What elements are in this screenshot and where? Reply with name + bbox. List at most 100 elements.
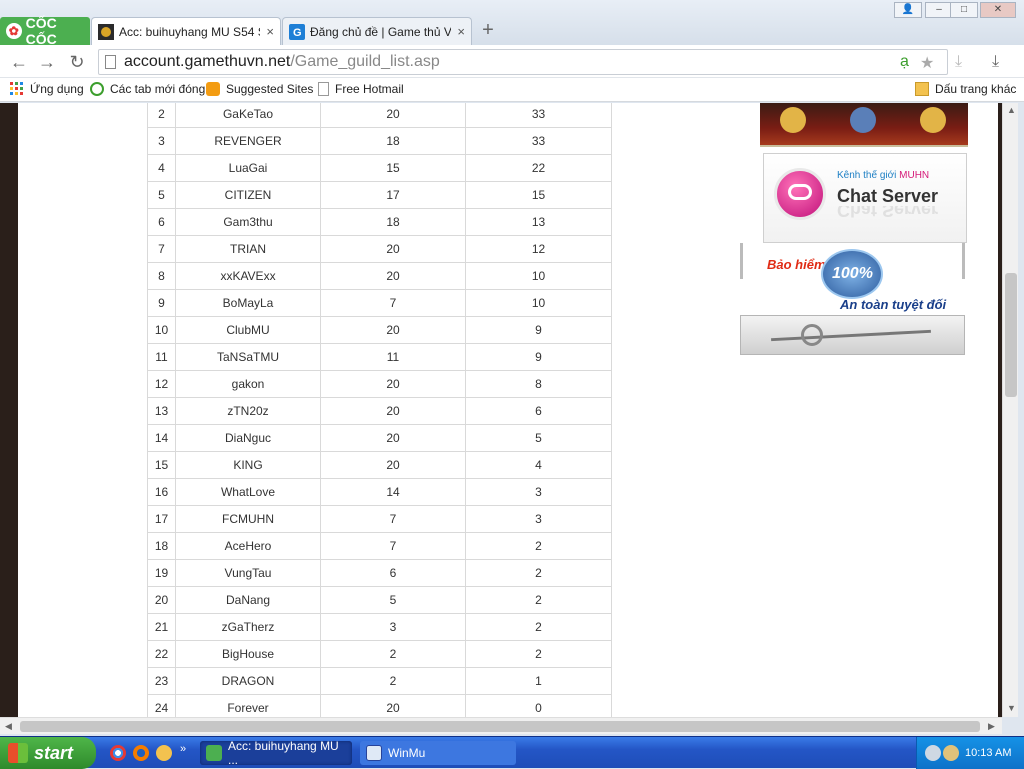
bookmark-apps[interactable]: Ứng dụng xyxy=(10,82,84,96)
guild-rank-cell: 2 xyxy=(147,103,176,128)
tab-account-label: Acc: buihuyhang MU S54 S56 xyxy=(119,24,260,39)
horizontal-scroll-thumb[interactable] xyxy=(20,721,980,732)
guild-name-link[interactable]: BoMayLa xyxy=(175,289,321,317)
horizontal-scrollbar[interactable]: ◀ ▶ xyxy=(0,717,1002,734)
table-row: 23 DRAGON 2 1 xyxy=(147,667,612,695)
guild-rank-cell: 11 xyxy=(147,343,176,371)
guild-name-link[interactable]: BigHouse xyxy=(175,640,321,668)
forward-arrow-icon[interactable]: → xyxy=(36,51,58,73)
table-row: 5 CITIZEN 17 15 xyxy=(147,181,612,209)
minimize-button[interactable]: – xyxy=(925,2,953,18)
guild-name-link[interactable]: VungTau xyxy=(175,559,321,587)
table-row: 16 WhatLove 14 3 xyxy=(147,478,612,506)
taskbar-item-winmu[interactable]: WinMu xyxy=(360,741,516,765)
volume-icon[interactable] xyxy=(943,745,959,761)
bookmark-recent-tabs[interactable]: Các tab mới đóng xyxy=(90,82,205,96)
vertical-scroll-thumb[interactable] xyxy=(1005,273,1017,397)
tab-forum[interactable]: G Đăng chủ đề | Game thủ Việt × xyxy=(282,17,472,45)
guild-rank-cell: 18 xyxy=(147,532,176,560)
recent-tabs-icon xyxy=(90,82,104,96)
guild-name-link[interactable]: DiaNguc xyxy=(175,424,321,452)
guild-rank-cell: 24 xyxy=(147,694,176,717)
user-profile-icon[interactable]: 👤 xyxy=(894,2,922,18)
guild-name-link[interactable]: AceHero xyxy=(175,532,321,560)
guild-score-cell: 9 xyxy=(465,343,612,371)
scroll-right-icon[interactable]: ▶ xyxy=(988,721,995,732)
chat-bubble-icon xyxy=(774,168,826,220)
guild-rank-cell: 14 xyxy=(147,424,176,452)
guild-members-cell: 2 xyxy=(320,640,466,668)
download-manager-icon[interactable]: ⤓ xyxy=(955,53,962,71)
guild-score-cell: 2 xyxy=(465,613,612,641)
guild-name-link[interactable]: zTN20z xyxy=(175,397,321,425)
guild-score-cell: 33 xyxy=(465,127,612,155)
dictionary-icon[interactable]: ạ xyxy=(900,53,909,71)
guild-rank-cell: 20 xyxy=(147,586,176,614)
messenger-smiley-icon[interactable] xyxy=(156,745,172,761)
guild-name-link[interactable]: REVENGER xyxy=(175,127,321,155)
guild-name-link[interactable]: Forever xyxy=(175,694,321,717)
browser-titlebar: ✿ CỐC CỐC Acc: buihuyhang MU S54 S56 × G… xyxy=(0,0,1024,47)
bookmark-star-icon[interactable]: ★ xyxy=(920,53,934,73)
scroll-up-icon[interactable]: ▲ xyxy=(1007,105,1016,115)
scroll-left-icon[interactable]: ◀ xyxy=(5,721,12,732)
show-more-icon[interactable]: » xyxy=(180,743,186,755)
scroll-down-icon[interactable]: ▼ xyxy=(1007,703,1016,713)
guild-name-link[interactable]: KING xyxy=(175,451,321,479)
guild-name-link[interactable]: CITIZEN xyxy=(175,181,321,209)
downloads-icon[interactable]: ⤓ xyxy=(992,53,999,71)
guild-score-cell: 5 xyxy=(465,424,612,452)
guild-name-link[interactable]: GaKeTao xyxy=(175,103,321,128)
back-arrow-icon[interactable]: ← xyxy=(8,51,30,73)
guild-name-link[interactable]: DRAGON xyxy=(175,667,321,695)
guild-name-link[interactable]: LuaGai xyxy=(175,154,321,182)
guild-score-cell: 22 xyxy=(465,154,612,182)
guild-name-link[interactable]: TRIAN xyxy=(175,235,321,263)
tab-account[interactable]: Acc: buihuyhang MU S54 S56 × xyxy=(91,17,281,45)
guild-name-link[interactable]: zGaTherz xyxy=(175,613,321,641)
table-row: 14 DiaNguc 20 5 xyxy=(147,424,612,452)
guild-score-cell: 4 xyxy=(465,451,612,479)
sword-banner[interactable] xyxy=(740,315,965,355)
guild-name-link[interactable]: DaNang xyxy=(175,586,321,614)
guild-rank-cell: 16 xyxy=(147,478,176,506)
guild-name-link[interactable]: Gam3thu xyxy=(175,208,321,236)
address-bar[interactable]: account.gamethuvn.net /Game_guild_list.a… xyxy=(98,49,948,75)
guild-score-cell: 2 xyxy=(465,559,612,587)
network-icon[interactable] xyxy=(925,745,941,761)
game-banner-image[interactable] xyxy=(760,103,968,147)
close-window-button[interactable]: ✕ xyxy=(980,2,1016,18)
guild-name-link[interactable]: WhatLove xyxy=(175,478,321,506)
start-button[interactable]: start xyxy=(0,737,96,769)
table-row: 3 REVENGER 18 33 xyxy=(147,127,612,155)
guild-members-cell: 18 xyxy=(320,208,466,236)
guild-name-link[interactable]: gakon xyxy=(175,370,321,398)
tab-forum-close-icon[interactable]: × xyxy=(457,24,465,39)
guild-members-cell: 11 xyxy=(320,343,466,371)
bookmark-free-hotmail[interactable]: Free Hotmail xyxy=(318,82,404,96)
other-bookmarks[interactable]: Dấu trang khác xyxy=(915,82,1016,96)
guild-score-cell: 9 xyxy=(465,316,612,344)
chrome-icon[interactable] xyxy=(110,745,126,761)
firefox-icon[interactable] xyxy=(133,745,149,761)
tab-account-close-icon[interactable]: × xyxy=(266,24,274,39)
reload-icon[interactable]: ↻ xyxy=(66,51,88,73)
guild-score-cell: 2 xyxy=(465,640,612,668)
new-tab-button[interactable]: + xyxy=(478,20,498,40)
chat-server-banner[interactable]: Kênh thế giới MUHN Chat Server Chat Serv… xyxy=(763,153,967,243)
table-row: 11 TaNSaTMU 11 9 xyxy=(147,343,612,371)
system-clock[interactable]: 10:13 AM xyxy=(965,747,1011,759)
maximize-button[interactable]: □ xyxy=(950,2,978,18)
guild-members-cell: 14 xyxy=(320,478,466,506)
bookmark-suggested-sites[interactable]: Suggested Sites xyxy=(206,82,313,96)
guild-rank-cell: 8 xyxy=(147,262,176,290)
gamethuvn-favicon-icon: G xyxy=(289,23,305,40)
guild-name-link[interactable]: FCMUHN xyxy=(175,505,321,533)
guild-name-link[interactable]: xxKAVExx xyxy=(175,262,321,290)
coccoc-brand-button[interactable]: ✿ CỐC CỐC xyxy=(0,15,90,47)
vertical-scrollbar[interactable]: ▲ ▼ xyxy=(1002,103,1018,717)
guild-name-link[interactable]: TaNSaTMU xyxy=(175,343,321,371)
system-tray: 10:13 AM xyxy=(916,737,1024,769)
guild-name-link[interactable]: ClubMU xyxy=(175,316,321,344)
taskbar-item-browser[interactable]: Acc: buihuyhang MU ... xyxy=(200,739,352,767)
